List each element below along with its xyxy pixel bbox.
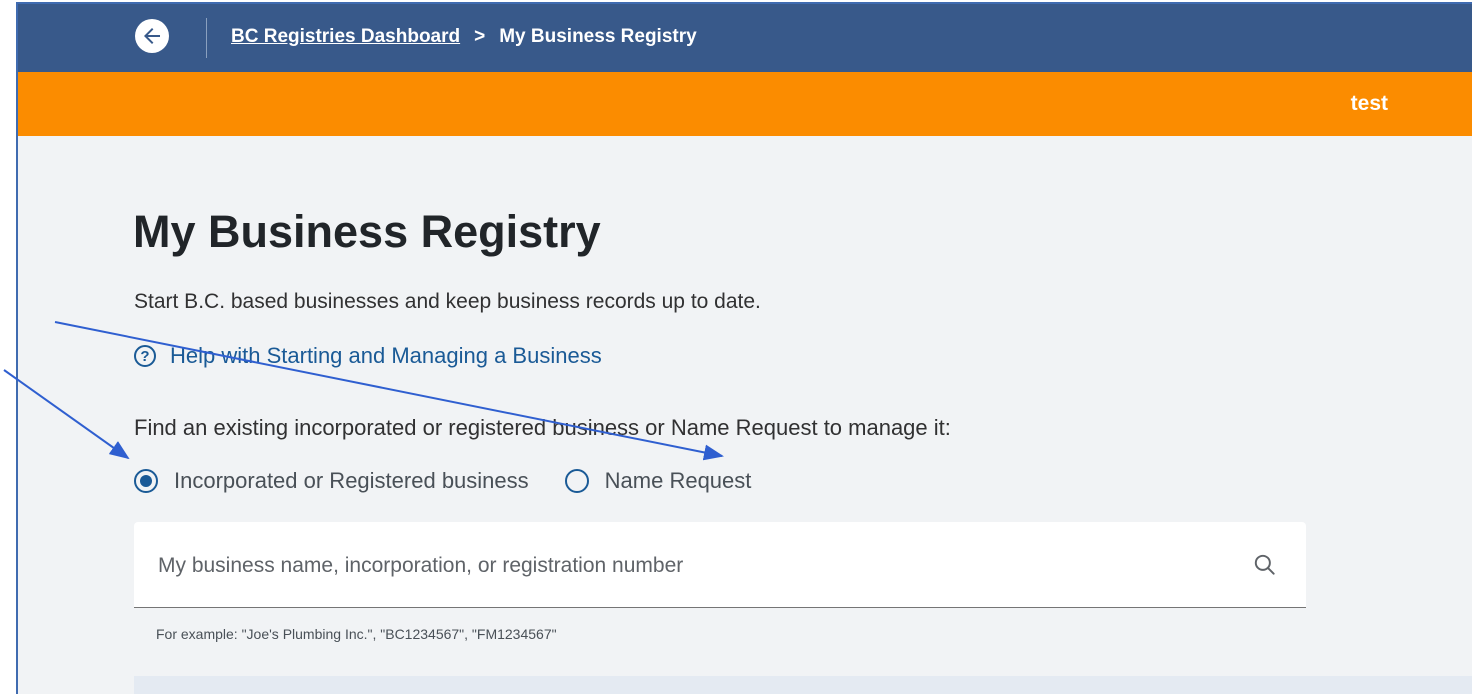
breadcrumb-current: My Business Registry xyxy=(499,26,697,47)
header-divider xyxy=(206,18,207,58)
search-icon[interactable] xyxy=(1252,552,1278,583)
radio-selected-icon xyxy=(134,469,158,493)
search-hint: For example: "Joe's Plumbing Inc.", "BC1… xyxy=(156,626,557,642)
radio-name-request[interactable]: Name Request xyxy=(564,468,752,494)
breadcrumb-dashboard-link[interactable]: BC Registries Dashboard xyxy=(231,26,460,48)
search-input[interactable] xyxy=(156,548,1240,584)
back-button[interactable] xyxy=(135,19,169,53)
main-content: My Business Registry Start B.C. based bu… xyxy=(18,136,1472,694)
radio-incorporated-business[interactable]: Incorporated or Registered business xyxy=(134,468,529,494)
page-title: My Business Registry xyxy=(133,206,601,257)
arrow-left-icon xyxy=(144,28,160,44)
find-business-label: Find an existing incorporated or registe… xyxy=(134,415,951,440)
app-window: BC Registries Dashboard > My Business Re… xyxy=(16,2,1472,694)
radio-name-request-label: Name Request xyxy=(604,468,752,493)
radio-incorporated-label: Incorporated or Registered business xyxy=(174,468,529,493)
top-navigation-bar: BC Registries Dashboard > My Business Re… xyxy=(18,4,1472,72)
breadcrumb: BC Registries Dashboard > My Business Re… xyxy=(231,26,697,48)
search-type-radio-group: Incorporated or Registered business Name… xyxy=(134,468,787,494)
business-search-field xyxy=(134,522,1306,608)
question-circle-icon: ? xyxy=(134,345,156,367)
user-menu[interactable]: test xyxy=(1351,92,1388,116)
breadcrumb-separator: > xyxy=(474,26,486,47)
help-link-label: Help with Starting and Managing a Busine… xyxy=(170,343,602,368)
results-panel xyxy=(134,676,1472,694)
page-subtitle: Start B.C. based businesses and keep bus… xyxy=(134,290,761,313)
account-bar: test xyxy=(18,72,1472,136)
radio-unselected-icon xyxy=(564,469,589,493)
help-link[interactable]: ? Help with Starting and Managing a Busi… xyxy=(134,343,602,369)
